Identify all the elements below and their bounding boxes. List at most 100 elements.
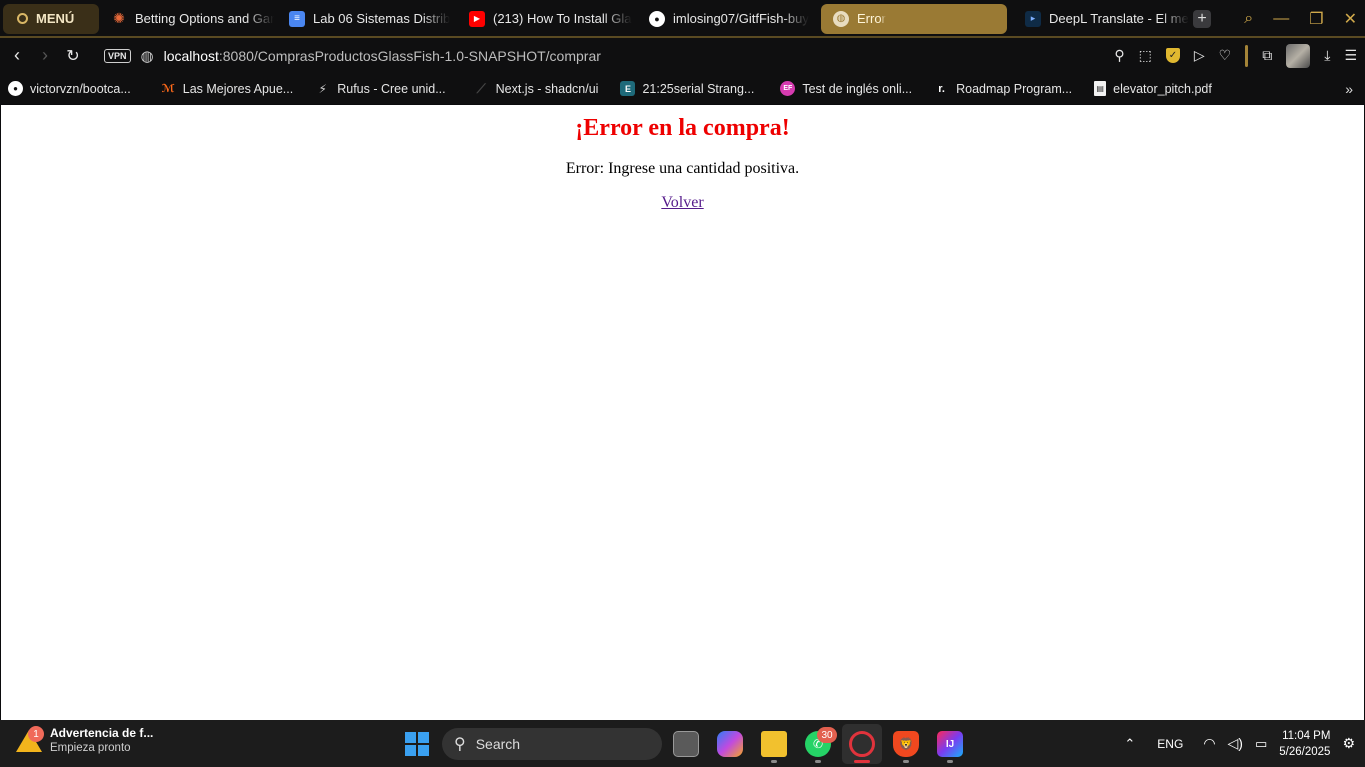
address-actions: ⚲ ⬚ ✓ ▷ ♡ ⧉ ⤓ ☰ <box>1114 38 1357 73</box>
easy-setup-icon[interactable]: ☰ <box>1344 47 1357 64</box>
battery-icon[interactable]: ▭ <box>1255 736 1267 752</box>
bookmark-label: elevator_pitch.pdf <box>1113 81 1212 96</box>
windows-start-icon[interactable] <box>405 732 429 756</box>
maximize-icon[interactable]: ❐ <box>1309 9 1323 29</box>
clock-time: 11:04 PM <box>1282 729 1331 742</box>
tab-title: DeepL Translate - El me <box>1049 11 1189 26</box>
burst-icon: ✺ <box>113 10 125 26</box>
bookmark-item[interactable]: E 21:25serial Strang... <box>612 81 754 96</box>
task-view-icon[interactable] <box>673 731 699 757</box>
deepl-icon: ▸ <box>1025 10 1041 27</box>
running-indicator <box>815 760 821 763</box>
windows-taskbar: 1 Advertencia de f... Empieza pronto ⚲ S… <box>0 720 1365 767</box>
opera-icon <box>17 13 28 24</box>
tab-title: imlosing07/GitfFish-buy <box>673 11 809 26</box>
tab-deepl[interactable]: ▸ DeepL Translate - El me <box>1013 4 1189 34</box>
back-link[interactable]: Volver <box>661 194 703 212</box>
file-explorer-icon[interactable] <box>761 731 787 757</box>
brave-icon[interactable]: 🦁 <box>893 731 919 757</box>
tab-title: Error <box>857 11 886 26</box>
running-indicator <box>903 760 909 763</box>
bookmark-item[interactable]: ● victorvzn/bootca... <box>0 81 131 96</box>
weather-title: Advertencia de f... <box>50 726 154 740</box>
bookmark-item[interactable]: ▤ elevator_pitch.pdf <box>1086 81 1212 96</box>
copilot-icon[interactable] <box>717 731 743 757</box>
clock[interactable]: 11:04 PM 5/26/2025 <box>1279 728 1330 760</box>
bookmark-label: Next.js - shadcn/ui <box>495 81 599 96</box>
active-indicator <box>854 760 870 763</box>
tab-error-active[interactable]: ◍ Error <box>821 3 1007 34</box>
language-indicator[interactable]: ENG <box>1157 737 1183 751</box>
profile-avatar[interactable] <box>1286 43 1311 68</box>
pin-icon[interactable]: ⚲ <box>1114 47 1124 64</box>
opera-icon[interactable] <box>849 731 875 757</box>
url-field[interactable]: localhost:8080/ComprasProductosGlassFish… <box>164 48 601 64</box>
docs-icon: ≡ <box>289 10 305 27</box>
notification-icon[interactable]: ⚙ <box>1342 735 1355 752</box>
site-info-icon[interactable]: ◍ <box>141 47 154 65</box>
globe-icon: ◍ <box>833 10 849 27</box>
github-icon: ● <box>649 10 665 27</box>
clock-date: 5/26/2025 <box>1279 745 1331 758</box>
bookmark-item[interactable]: ⚡ Rufus - Cree unid... <box>307 81 446 96</box>
window-controls: ⌕ — ❐ ✕ <box>1244 0 1357 37</box>
wifi-icon[interactable]: ◠ <box>1203 735 1215 752</box>
bookmarks-bar: ● victorvzn/bootca... ℳ Las Mejores Apue… <box>0 73 1365 104</box>
episode-icon: E <box>620 81 636 96</box>
close-icon[interactable]: ✕ <box>1344 9 1357 29</box>
error-message: Error: Ingrese una cantidad positiva. <box>565 160 800 177</box>
page-content: ¡Error en la compra! Error: Ingrese una … <box>1 105 1364 720</box>
volume-icon[interactable]: ◁) <box>1228 735 1243 752</box>
file-icon: ▤ <box>1094 81 1107 96</box>
taskbar-search[interactable]: ⚲ Search <box>442 728 662 760</box>
tab-github[interactable]: ● imlosing07/GitfFish-buy <box>637 4 821 34</box>
toolbar-separator <box>1245 44 1249 67</box>
back-arrow-icon[interactable]: ‹ <box>4 43 30 69</box>
intellij-icon[interactable]: IJ <box>937 731 963 757</box>
tab-title: (213) How To Install Gla <box>493 11 632 26</box>
chevron-more-icon[interactable]: » <box>1345 73 1353 104</box>
weather-badge: 1 <box>28 726 44 742</box>
minimize-icon[interactable]: — <box>1273 10 1289 28</box>
url-host: localhost <box>163 47 219 64</box>
weather-widget[interactable]: 1 Advertencia de f... Empieza pronto <box>16 726 153 754</box>
new-tab-plus-icon[interactable]: + <box>1193 9 1211 28</box>
send-icon[interactable]: ▷ <box>1194 47 1205 64</box>
bookmark-item[interactable]: r. Roadmap Program... <box>926 81 1072 96</box>
vpn-badge[interactable]: VPN <box>104 48 131 63</box>
adblock-shield-icon[interactable]: ✓ <box>1165 48 1180 63</box>
search-tabs-icon[interactable]: ⌕ <box>1244 10 1253 28</box>
slash-icon: ⟋ <box>476 80 486 96</box>
bookmark-label: 21:25serial Strang... <box>642 81 755 96</box>
youtube-icon: ▶ <box>469 10 485 27</box>
reload-icon[interactable]: ↻ <box>60 43 86 69</box>
github-icon: ● <box>8 81 23 96</box>
tab-betting[interactable]: ✺ Betting Options and Gar <box>99 4 277 34</box>
address-bar: ‹ › ↻ VPN ◍ localhost:8080/ComprasProduc… <box>0 38 1365 73</box>
betting-icon: ℳ <box>161 83 175 95</box>
heart-icon[interactable]: ♡ <box>1219 47 1232 64</box>
running-indicator <box>771 760 777 763</box>
download-icon[interactable]: ⤓ <box>1324 47 1330 64</box>
extensions-icon[interactable]: ⧉ <box>1262 47 1272 64</box>
bookmark-item[interactable]: ⟋ Next.js - shadcn/ui <box>466 81 599 96</box>
tab-lab06[interactable]: ≡ Lab 06 Sistemas Distrib <box>277 4 457 34</box>
warning-icon: 1 <box>16 726 44 752</box>
tab-youtube[interactable]: ▶ (213) How To Install Gla <box>457 4 637 34</box>
bookmark-item[interactable]: ℳ Las Mejores Apue... <box>153 81 294 96</box>
bookmark-item[interactable]: EF Test de inglés onli... <box>772 81 912 96</box>
browser-window: MENÚ ✺ Betting Options and Gar ≡ Lab 06 … <box>0 0 1365 767</box>
opera-menu-button[interactable]: MENÚ <box>3 3 99 34</box>
error-heading: ¡Error en la compra! <box>575 115 790 141</box>
menu-label: MENÚ <box>36 11 75 26</box>
weather-subtitle: Empieza pronto <box>50 742 131 754</box>
ef-icon: EF <box>780 81 796 96</box>
roadmap-icon: r. <box>938 82 945 95</box>
bookmark-label: Las Mejores Apue... <box>182 81 294 96</box>
url-path: :8080/ComprasProductosGlassFish-1.0-SNAP… <box>218 47 601 64</box>
chevron-up-icon[interactable]: ⌃ <box>1124 736 1135 752</box>
search-icon: ⚲ <box>454 736 466 753</box>
tab-title: Betting Options and Gar <box>135 11 275 26</box>
forward-arrow-icon[interactable]: › <box>32 43 58 69</box>
snapshot-icon[interactable]: ⬚ <box>1139 47 1152 64</box>
